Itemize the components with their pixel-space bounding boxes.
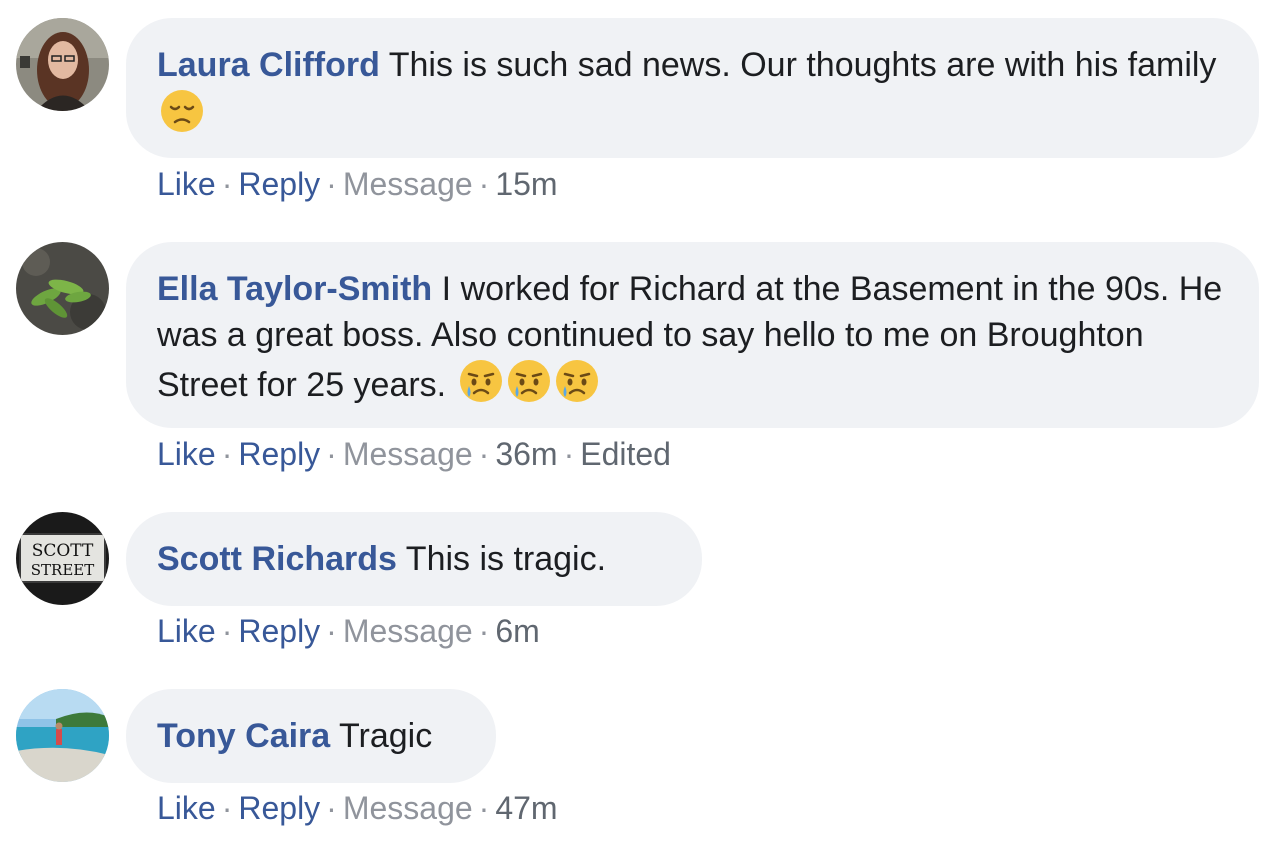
comment-bubble: Scott Richards This is tragic.	[126, 512, 702, 606]
like-link[interactable]: Like	[157, 790, 216, 826]
comment-actions: Like · Reply · Message · 6m	[157, 611, 540, 651]
comment-bubble: Tony Caira Tragic	[126, 689, 496, 783]
separator: ·	[478, 436, 490, 472]
comment-author[interactable]: Scott Richards	[157, 540, 397, 578]
avatar-photo-plant-icon	[16, 242, 109, 335]
edited-label[interactable]: Edited	[580, 436, 671, 472]
reply-link[interactable]: Reply	[238, 166, 320, 202]
crying-face-icon	[458, 358, 504, 404]
message-link[interactable]: Message	[343, 436, 473, 472]
separator: ·	[221, 166, 233, 202]
comment-actions: Like · Reply · Message · 15m	[157, 164, 558, 204]
comment-actions: Like · Reply · Message · 36m · Edited	[157, 434, 671, 474]
comment-text: This is tragic.	[405, 540, 607, 578]
separator: ·	[326, 166, 337, 202]
separator: ·	[221, 436, 233, 472]
separator: ·	[221, 790, 233, 826]
comment-author[interactable]: Tony Caira	[157, 717, 330, 755]
separator: ·	[326, 790, 337, 826]
comment-text: This is such sad news. Our thoughts are …	[388, 46, 1217, 84]
crying-face-icon	[554, 358, 600, 404]
comment-timestamp[interactable]: 47m	[495, 790, 557, 826]
comment-actions: Like · Reply · Message · 47m	[157, 788, 558, 828]
avatar[interactable]: SCOTT STREET	[16, 512, 109, 605]
avatar-photo-beach-icon	[16, 689, 109, 782]
comment-bubble: Ella Taylor-Smith I worked for Richard a…	[126, 242, 1259, 428]
separator: ·	[478, 613, 490, 649]
comment-author[interactable]: Laura Clifford	[157, 46, 380, 84]
separator: ·	[326, 613, 337, 649]
avatar-photo-street-sign-icon: SCOTT STREET	[16, 512, 109, 605]
message-link[interactable]: Message	[343, 613, 473, 649]
avatar-sign-line1: SCOTT	[32, 541, 94, 561]
avatar[interactable]	[16, 242, 109, 335]
crying-face-icon	[506, 358, 552, 404]
like-link[interactable]: Like	[157, 436, 216, 472]
separator: ·	[478, 166, 490, 202]
comment-bubble: Laura Clifford This is such sad news. Ou…	[126, 18, 1259, 158]
message-link[interactable]: Message	[343, 790, 473, 826]
like-link[interactable]: Like	[157, 166, 216, 202]
comment-author[interactable]: Ella Taylor-Smith	[157, 270, 432, 308]
disappointed-face-icon	[159, 88, 205, 134]
reply-link[interactable]: Reply	[238, 436, 320, 472]
comment-timestamp[interactable]: 15m	[495, 166, 557, 202]
comment-timestamp[interactable]: 36m	[495, 436, 557, 472]
message-link[interactable]: Message	[343, 166, 473, 202]
separator: ·	[326, 436, 337, 472]
separator: ·	[563, 436, 575, 472]
avatar[interactable]	[16, 18, 109, 111]
avatar[interactable]	[16, 689, 109, 782]
reply-link[interactable]: Reply	[238, 790, 320, 826]
avatar-photo-woman-icon	[16, 18, 109, 111]
comment-timestamp[interactable]: 6m	[495, 613, 539, 649]
reply-link[interactable]: Reply	[238, 613, 320, 649]
separator: ·	[221, 613, 233, 649]
like-link[interactable]: Like	[157, 613, 216, 649]
avatar-sign-line2: STREET	[31, 561, 94, 579]
separator: ·	[478, 790, 490, 826]
comment-text: Tragic	[339, 717, 433, 755]
